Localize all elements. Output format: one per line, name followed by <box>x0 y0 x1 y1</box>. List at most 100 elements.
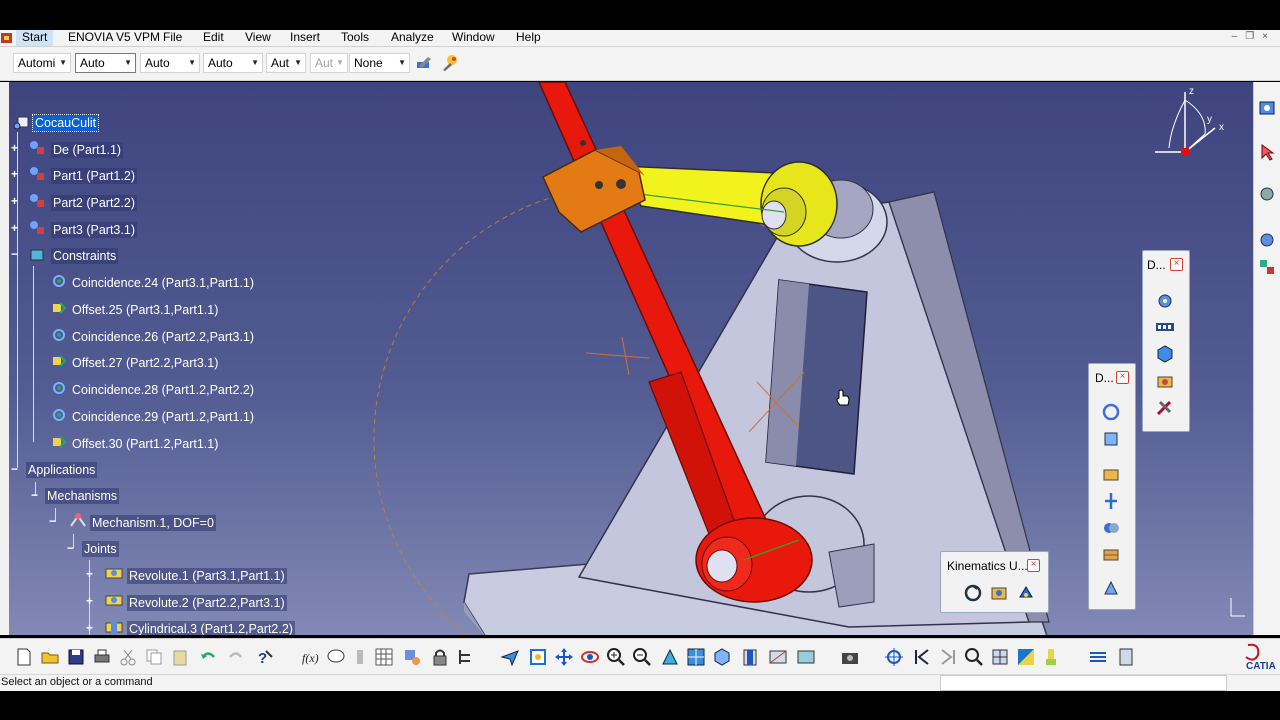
constraint-item[interactable]: Offset.27 (Part2.2,Part3.1) <box>72 355 218 371</box>
constraint-item[interactable]: Coincidence.29 (Part1.2,Part1.1) <box>72 409 254 425</box>
toolbar-d1[interactable]: D... × <box>1142 250 1190 432</box>
film-frames-icon[interactable] <box>1155 317 1175 337</box>
close-icon[interactable]: × <box>1027 559 1040 572</box>
sensor-icon[interactable] <box>1155 371 1175 391</box>
tools-icon[interactable] <box>1155 397 1175 417</box>
menu-start[interactable]: Start <box>16 30 54 46</box>
rotate-icon[interactable] <box>1101 402 1121 422</box>
paint-brush-icon[interactable] <box>440 53 460 76</box>
tree-part-1[interactable]: Part1 (Part1.2) <box>51 168 137 184</box>
combo-line-type[interactable]: Auto ▼ <box>203 53 263 73</box>
color-grid-icon[interactable] <box>1257 257 1277 277</box>
menu-window[interactable]: Window <box>452 30 495 46</box>
fix-icon[interactable] <box>1101 578 1121 598</box>
tree-mechanisms[interactable]: Mechanisms <box>45 488 120 504</box>
normal-view-icon[interactable] <box>660 647 680 667</box>
compass-icon[interactable]: z x y <box>1149 86 1229 166</box>
expand-toolbar-icon[interactable] <box>1088 647 1108 667</box>
collapse-icon[interactable]: − <box>67 542 74 554</box>
constraint-item[interactable]: Coincidence.26 (Part2.2,Part3.1) <box>72 329 254 345</box>
joint-item[interactable]: Cylindrical.3 (Part1.2,Part2.2) <box>127 621 295 635</box>
tree-part-2[interactable]: Part2 (Part2.2) <box>51 195 137 211</box>
menu-enovia[interactable]: ENOVIA V5 VPM <box>68 30 160 46</box>
select-pointer-icon[interactable] <box>1257 142 1277 162</box>
paste-icon[interactable] <box>170 647 190 667</box>
expand-icon[interactable]: + <box>86 622 93 634</box>
collapse-icon[interactable]: − <box>11 463 18 475</box>
rotate-view-icon[interactable] <box>580 647 600 667</box>
expand-icon[interactable]: + <box>86 595 93 607</box>
shading-icon[interactable] <box>740 647 760 667</box>
zoom-out-icon[interactable] <box>632 647 652 667</box>
fly-mode-icon[interactable] <box>500 647 520 667</box>
combo-layer[interactable]: None ▼ <box>349 53 410 73</box>
format-painter-icon[interactable] <box>414 53 434 76</box>
close-icon[interactable]: × <box>1116 371 1129 384</box>
tree-mechanism[interactable]: Mechanism.1, DOF=0 <box>90 515 216 531</box>
target-icon[interactable] <box>884 647 904 667</box>
menu-help[interactable]: Help <box>516 30 541 46</box>
power-input-field[interactable] <box>940 675 1227 691</box>
tree-part-de[interactable]: De (Part1.1) <box>51 142 124 158</box>
tree-joints[interactable]: Joints <box>82 541 119 557</box>
snap-icon[interactable] <box>1101 429 1121 449</box>
app-logo-icon[interactable] <box>0 31 14 45</box>
hide-show-icon[interactable] <box>768 647 788 667</box>
print-icon[interactable] <box>92 647 112 667</box>
joint-item[interactable]: Revolute.2 (Part2.2,Part3.1) <box>127 595 287 611</box>
menu-edit[interactable]: Edit <box>203 30 224 46</box>
new-file-icon[interactable] <box>14 647 34 667</box>
expand-icon[interactable]: + <box>11 195 18 207</box>
explode-icon[interactable] <box>1101 491 1121 511</box>
simulate-icon[interactable] <box>989 583 1009 603</box>
camera-icon[interactable] <box>840 647 860 667</box>
document-icon[interactable] <box>1116 647 1136 667</box>
constraint-item[interactable]: Offset.30 (Part1.2,Part1.1) <box>72 436 218 452</box>
combo-color[interactable]: Automi ▼ <box>13 53 71 73</box>
apply-material-icon[interactable] <box>1042 647 1062 667</box>
collapse-icon[interactable]: − <box>31 489 38 501</box>
toolbar-d2[interactable]: D... × <box>1088 363 1136 610</box>
multi-view-icon[interactable] <box>686 647 706 667</box>
menu-view[interactable]: View <box>245 30 271 46</box>
help-icon[interactable]: ? <box>254 647 274 667</box>
constraint-item[interactable]: Coincidence.28 (Part1.2,Part2.2) <box>72 382 254 398</box>
material-icon[interactable] <box>1016 647 1036 667</box>
joint-item[interactable]: Revolute.1 (Part3.1,Part1.1) <box>127 568 287 584</box>
window-controls[interactable]: –❐× <box>1232 31 1276 42</box>
3d-viewport[interactable]: CocauCulit + De (Part1.1) + Part1 (Part1… <box>9 82 1253 635</box>
tree-root[interactable]: CocauCulit <box>31 114 100 132</box>
combo-line-weight[interactable]: Auto ▼ <box>140 53 200 73</box>
expand-icon[interactable]: + <box>11 222 18 234</box>
minimize-icon[interactable]: – <box>1232 31 1246 42</box>
undo-icon[interactable] <box>198 647 218 667</box>
open-folder-icon[interactable] <box>40 647 60 667</box>
update-icon[interactable] <box>963 583 983 603</box>
product-structure-icon[interactable] <box>456 647 476 667</box>
pan-icon[interactable] <box>554 647 574 667</box>
search-icon[interactable] <box>964 647 984 667</box>
lock-icon[interactable] <box>430 647 450 667</box>
catalog-icon[interactable] <box>402 647 422 667</box>
comment-icon[interactable] <box>326 647 346 667</box>
formula-icon[interactable]: f(x) <box>300 647 320 667</box>
close-icon[interactable]: × <box>1170 258 1183 271</box>
link-icon[interactable] <box>350 647 370 667</box>
expand-icon[interactable]: + <box>11 142 18 154</box>
fit-all-icon[interactable] <box>528 647 548 667</box>
distance-icon[interactable] <box>1101 545 1121 565</box>
iso-view-icon[interactable] <box>712 647 732 667</box>
previous-icon[interactable] <box>912 647 932 667</box>
gear-assembly-icon[interactable] <box>1155 291 1175 311</box>
expand-icon[interactable]: + <box>86 568 93 580</box>
grid-icon[interactable] <box>374 647 394 667</box>
collapse-icon[interactable]: − <box>49 515 56 527</box>
zoom-in-icon[interactable] <box>606 647 626 667</box>
tree-part-3[interactable]: Part3 (Part3.1) <box>51 222 137 238</box>
constraint-item[interactable]: Coincidence.24 (Part3.1,Part1.1) <box>72 275 254 291</box>
gear-assembly-icon[interactable] <box>1257 230 1277 250</box>
redo-icon[interactable] <box>226 647 246 667</box>
combo-transparency[interactable]: Auto ▼ <box>75 53 136 73</box>
menu-analyze[interactable]: Analyze <box>391 30 434 46</box>
next-icon[interactable] <box>938 647 958 667</box>
